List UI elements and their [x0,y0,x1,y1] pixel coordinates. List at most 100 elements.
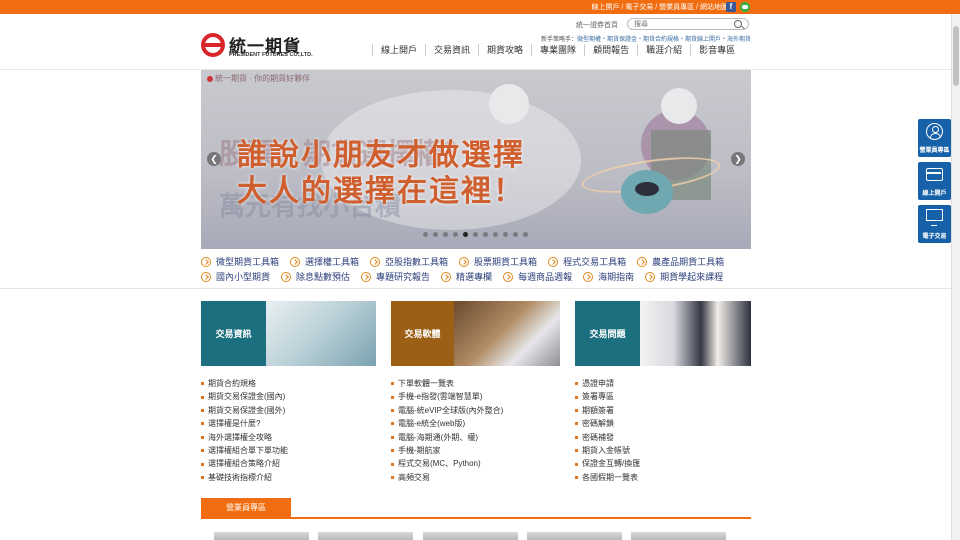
hero-banner[interactable]: 股票、期貨選擇權？ 萬元有找小台積 統一期貨 · 你的期貨好夥伴 誰說小朋友才做… [201,70,751,249]
banner-dot[interactable] [483,232,488,237]
list-item[interactable]: 電腦-e統全(web版) [391,417,503,430]
bullet-icon [201,476,204,480]
trading-software-list: 下單軟體一覽表 手機-e指發(雲端智慧單) 電腦-統eVIP全球版(內外整合) 電腦-… [391,377,503,484]
list-item[interactable]: 電腦-統eVIP全球版(內外整合) [391,404,503,417]
list-item[interactable]: 電腦-海期通(外期、權) [391,431,503,444]
list-item-label: 選擇權組合策略介紹 [208,459,280,469]
banner-dot[interactable] [493,232,498,237]
banner-dot[interactable] [523,232,528,237]
list-item-label: 高頻交易 [398,472,430,482]
quick-link[interactable]: 程式交易工具箱 [548,255,626,268]
chevron-right-icon [503,271,514,282]
search-icon[interactable] [734,20,742,28]
list-item[interactable]: 高頻交易 [391,471,503,484]
quick-link[interactable]: 亞股指數工具箱 [370,255,448,268]
banner-dot[interactable] [423,232,428,237]
list-item[interactable]: 基礎技術指標介紹 [201,471,288,484]
card-trading-software[interactable]: 交易軟體 [391,301,560,366]
quick-link[interactable]: 選擇權工具箱 [290,255,359,268]
list-item[interactable]: 各國假期一覽表 [575,471,640,484]
nav-futures-guide[interactable]: 期貨攻略 [478,44,531,56]
quick-link[interactable]: 除息點數預估 [281,270,350,283]
newbie-label: 新手策略手： [540,37,577,43]
banner-dot[interactable] [473,232,478,237]
card-trading-info[interactable]: 交易資訊 [201,301,376,366]
quick-link[interactable]: 國內小型期貨 [201,270,270,283]
newbie-link-list[interactable]: 微型期權・期貨保證金・期貨合約規格・期貨線上開戶・海外期貨 [577,37,751,43]
list-item-label: 電腦-e統全(web版) [398,419,466,429]
list-item[interactable]: 選擇權組合策略介紹 [201,457,288,470]
list-item[interactable]: 期貨合約規格 [201,377,288,390]
banner-dot[interactable] [453,232,458,237]
trading-info-list: 期貨合約規格 期貨交易保證金(國內) 期貨交易保證金(國外) 選擇權是什麼? 海外選擇權… [201,377,288,484]
list-item[interactable]: 期額簽署 [575,404,640,417]
list-item-label: 電腦-統eVIP全球版(內外整合) [398,405,504,415]
banner-next-button[interactable]: ❯ [731,152,745,166]
banner-dot[interactable] [513,232,518,237]
list-item[interactable]: 期貨交易保證金(國內) [201,390,288,403]
card-trading-questions[interactable]: 交易問題 [575,301,751,366]
scrollbar-thumb[interactable] [953,26,959,86]
facebook-icon[interactable]: f [726,2,736,12]
search-input[interactable] [634,20,734,29]
banner-dot[interactable] [463,232,468,237]
quick-link[interactable]: 微型期貨工具箱 [201,255,279,268]
quick-link[interactable]: 專題研究報告 [361,270,430,283]
bullet-icon [575,409,578,413]
quick-link[interactable]: 農產品期貨工具箱 [637,255,724,268]
broker-photo[interactable] [214,532,309,540]
monitor-icon [926,209,943,226]
side-broker-button[interactable]: 營業員專區 [918,119,951,157]
list-item[interactable]: 程式交易(MC、Python) [391,457,503,470]
banner-dot[interactable] [443,232,448,237]
side-e-trading-button[interactable]: 電子交易 [918,205,951,243]
banner-brand: 統一期貨 · 你的期貨好夥伴 [207,73,310,84]
nav-team[interactable]: 專業團隊 [531,44,584,56]
list-item[interactable]: 憑證申請 [575,377,640,390]
list-item[interactable]: 密碼解鎖 [575,417,640,430]
list-item[interactable]: 選擇權是什麼? [201,417,288,430]
quick-link[interactable]: 精選專欄 [441,270,492,283]
list-item[interactable]: 選擇權組合單下單功能 [201,444,288,457]
list-item[interactable]: 手機-期航家 [391,444,503,457]
bullet-icon [575,435,578,439]
banner-dot[interactable] [503,232,508,237]
page-scrollbar[interactable] [951,14,960,540]
broker-photo[interactable] [527,532,622,540]
nav-reports[interactable]: 顧問報告 [584,44,637,56]
bullet-icon [391,409,394,413]
list-item[interactable]: 密碼補發 [575,431,640,444]
list-item[interactable]: 手機-e指發(雲端智慧單) [391,390,503,403]
nav-videos[interactable]: 影音專區 [690,44,743,56]
nav-open-account[interactable]: 線上開戶 [372,44,425,56]
card-image [266,301,376,366]
card-image [454,301,560,366]
list-item[interactable]: 期貨入金帳號 [575,444,640,457]
broker-photo[interactable] [318,532,413,540]
list-item[interactable]: 下單軟體一覽表 [391,377,503,390]
list-item-label: 基礎技術指標介紹 [208,472,272,482]
nav-trading-info[interactable]: 交易資訊 [425,44,478,56]
banner-dot[interactable] [433,232,438,237]
list-item[interactable]: 期貨交易保證金(國外) [201,404,288,417]
side-label: 線上開戶 [922,191,947,197]
quick-link[interactable]: 股票期貨工具箱 [459,255,537,268]
list-item[interactable]: 海外選擇權全攻略 [201,431,288,444]
site-logo[interactable]: 統一期貨 PRESIDENT FUTURES CO.,LTD. [201,32,321,62]
banner-prev-button[interactable]: ❮ [207,152,221,166]
list-item[interactable]: 保證金互轉/換匯 [575,457,640,470]
line-icon[interactable] [740,2,750,12]
top-links[interactable]: 線上開戶 / 電子交易 / 營業員專區 / 網站地圖 [591,2,728,12]
broker-photo[interactable] [423,532,518,540]
sales-section-tab[interactable]: 營業員專區 [201,498,291,518]
list-item[interactable]: 簽署專區 [575,390,640,403]
nav-careers[interactable]: 職涯介紹 [637,44,690,56]
quick-link[interactable]: 海期指南 [583,270,634,283]
side-open-account-button[interactable]: 線上開戶 [918,162,951,200]
quick-link[interactable]: 期貨學起來課程 [645,270,723,283]
broker-photo[interactable] [631,532,726,540]
quick-link[interactable]: 每週商品週報 [503,270,572,283]
chevron-right-icon [459,256,470,267]
card-label: 交易軟體 [391,301,454,366]
securities-home-link[interactable]: 統一證券首頁 [576,20,618,30]
